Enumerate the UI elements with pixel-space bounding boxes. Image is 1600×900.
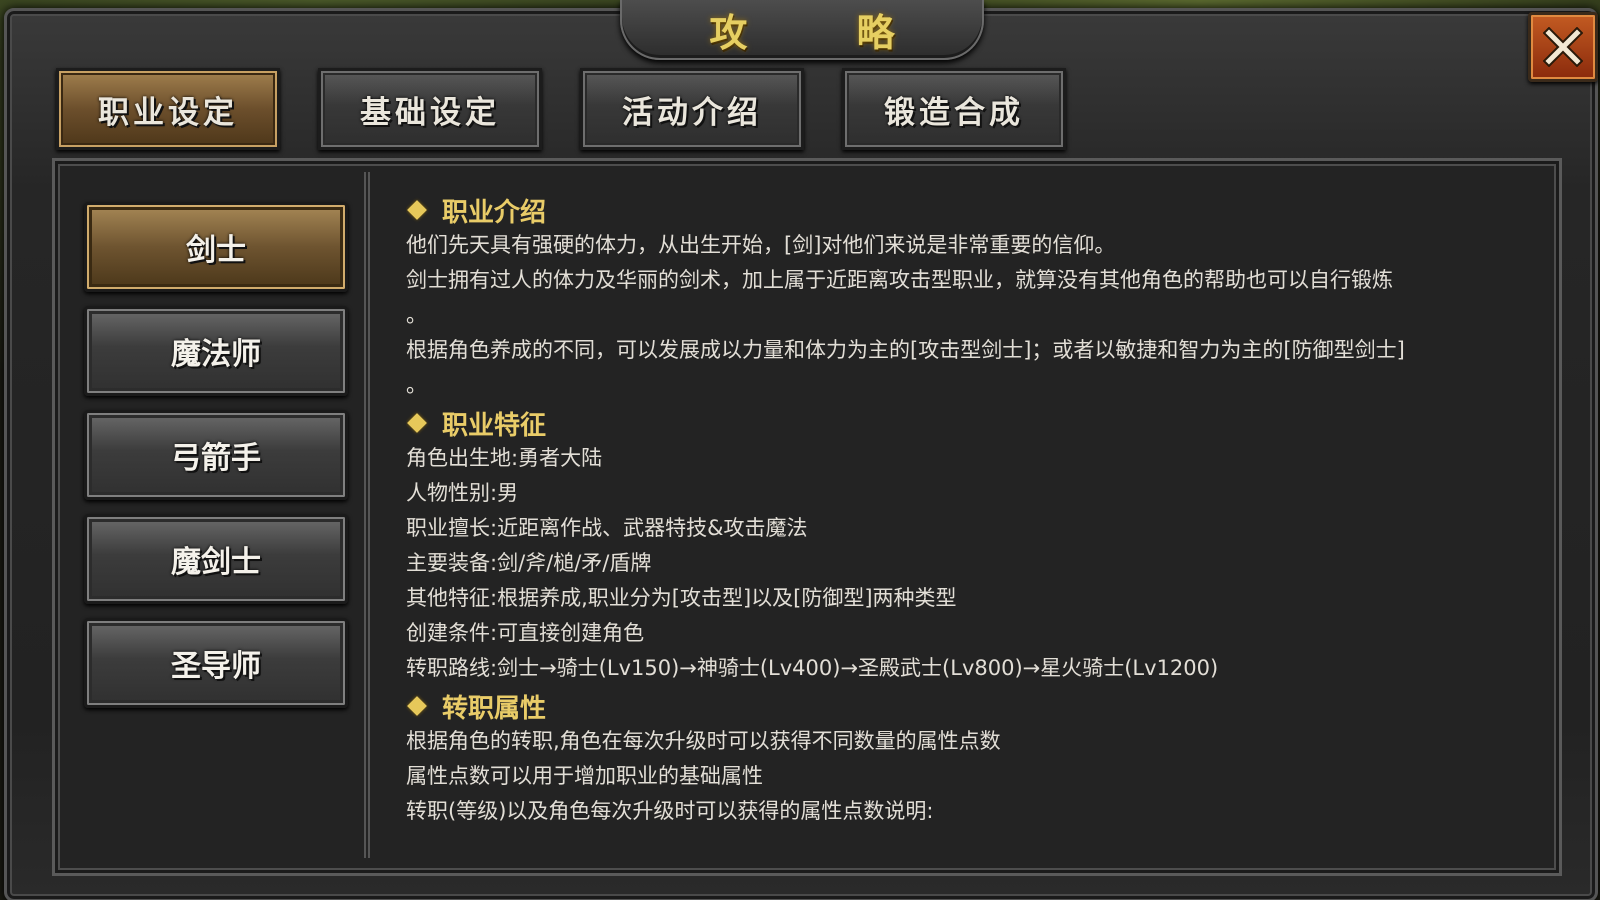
class-button-swordsman[interactable]: 剑士 — [84, 202, 348, 292]
class-button-archer[interactable]: 弓箭手 — [84, 410, 348, 500]
text-line: 剑士拥有过人的体力及华丽的剑术，加上属于近距离攻击型职业，就算没有其他角色的帮助… — [406, 268, 1393, 292]
diamond-bullet-icon — [407, 413, 427, 433]
window-title: 攻 略 — [709, 9, 943, 55]
section-heading-features: 职业特征 — [406, 405, 1506, 441]
section-title: 职业介绍 — [442, 197, 547, 228]
section-heading-attributes: 转职属性 — [406, 688, 1506, 724]
tab-label: 职业设定 — [98, 94, 238, 131]
text-line: 。 — [406, 373, 427, 397]
section-title: 转职属性 — [442, 693, 547, 724]
tab-forging[interactable]: 锻造合成 — [842, 68, 1066, 150]
close-button[interactable] — [1528, 12, 1598, 82]
title-plate: 攻 略 — [620, 0, 984, 60]
class-label: 弓箭手 — [171, 441, 261, 476]
section-heading-intro: 职业介绍 — [406, 192, 1506, 228]
text-line: 属性点数可以用于增加职业的基础属性 — [406, 764, 763, 788]
diamond-bullet-icon — [407, 696, 427, 716]
text-line: 转职路线:剑士→骑士(Lv150)→神骑士(Lv400)→圣殿武士(Lv800)… — [406, 656, 1219, 680]
tab-basic-settings[interactable]: 基础设定 — [318, 68, 542, 150]
text-line: 他们先天具有强硬的体力，从出生开始，[剑]对他们来说是非常重要的信仰。 — [406, 233, 1116, 257]
class-button-summoner[interactable]: 圣导师 — [84, 618, 348, 708]
text-line: 人物性别:男 — [406, 481, 519, 505]
text-line: 角色出生地:勇者大陆 — [406, 446, 603, 470]
text-line: 。 — [406, 303, 427, 327]
tab-class-settings[interactable]: 职业设定 — [56, 68, 280, 150]
text-line: 根据角色养成的不同，可以发展成以力量和体力为主的[攻击型剑士]；或者以敏捷和智力… — [406, 338, 1405, 362]
guide-text-scroll-area[interactable]: 职业介绍 他们先天具有强硬的体力，从出生开始，[剑]对他们来说是非常重要的信仰。… — [406, 190, 1506, 854]
class-label: 圣导师 — [171, 649, 261, 684]
tab-label: 锻造合成 — [884, 94, 1024, 131]
text-line: 转职(等级)以及角色每次升级时可以获得的属性点数说明: — [406, 799, 934, 823]
text-line: 创建条件:可直接创建角色 — [406, 621, 645, 645]
diamond-bullet-icon — [407, 200, 427, 220]
text-line: 其他特征:根据养成,职业分为[攻击型]以及[防御型]两种类型 — [406, 586, 957, 610]
text-line: 职业擅长:近距离作战、武器特技&攻击魔法 — [406, 516, 808, 540]
guide-window-scene: 攻 略 职业设定 基础设定 活动介绍 锻造合成 剑士 魔法师 弓箭手 魔剑士 圣… — [0, 0, 1600, 900]
class-button-mage[interactable]: 魔法师 — [84, 306, 348, 396]
text-line: 根据角色的转职,角色在每次升级时可以获得不同数量的属性点数 — [406, 729, 1001, 753]
class-label: 剑士 — [186, 233, 246, 268]
close-x-icon — [1543, 27, 1583, 67]
tab-label: 基础设定 — [360, 94, 500, 131]
class-label: 魔剑士 — [171, 545, 261, 580]
tab-label: 活动介绍 — [622, 94, 762, 131]
tab-events[interactable]: 活动介绍 — [580, 68, 804, 150]
class-label: 魔法师 — [171, 337, 261, 372]
section-title: 职业特征 — [442, 410, 547, 441]
text-line: 主要装备:剑/斧/槌/矛/盾牌 — [406, 551, 652, 575]
class-button-magic-swordsman[interactable]: 魔剑士 — [84, 514, 348, 604]
